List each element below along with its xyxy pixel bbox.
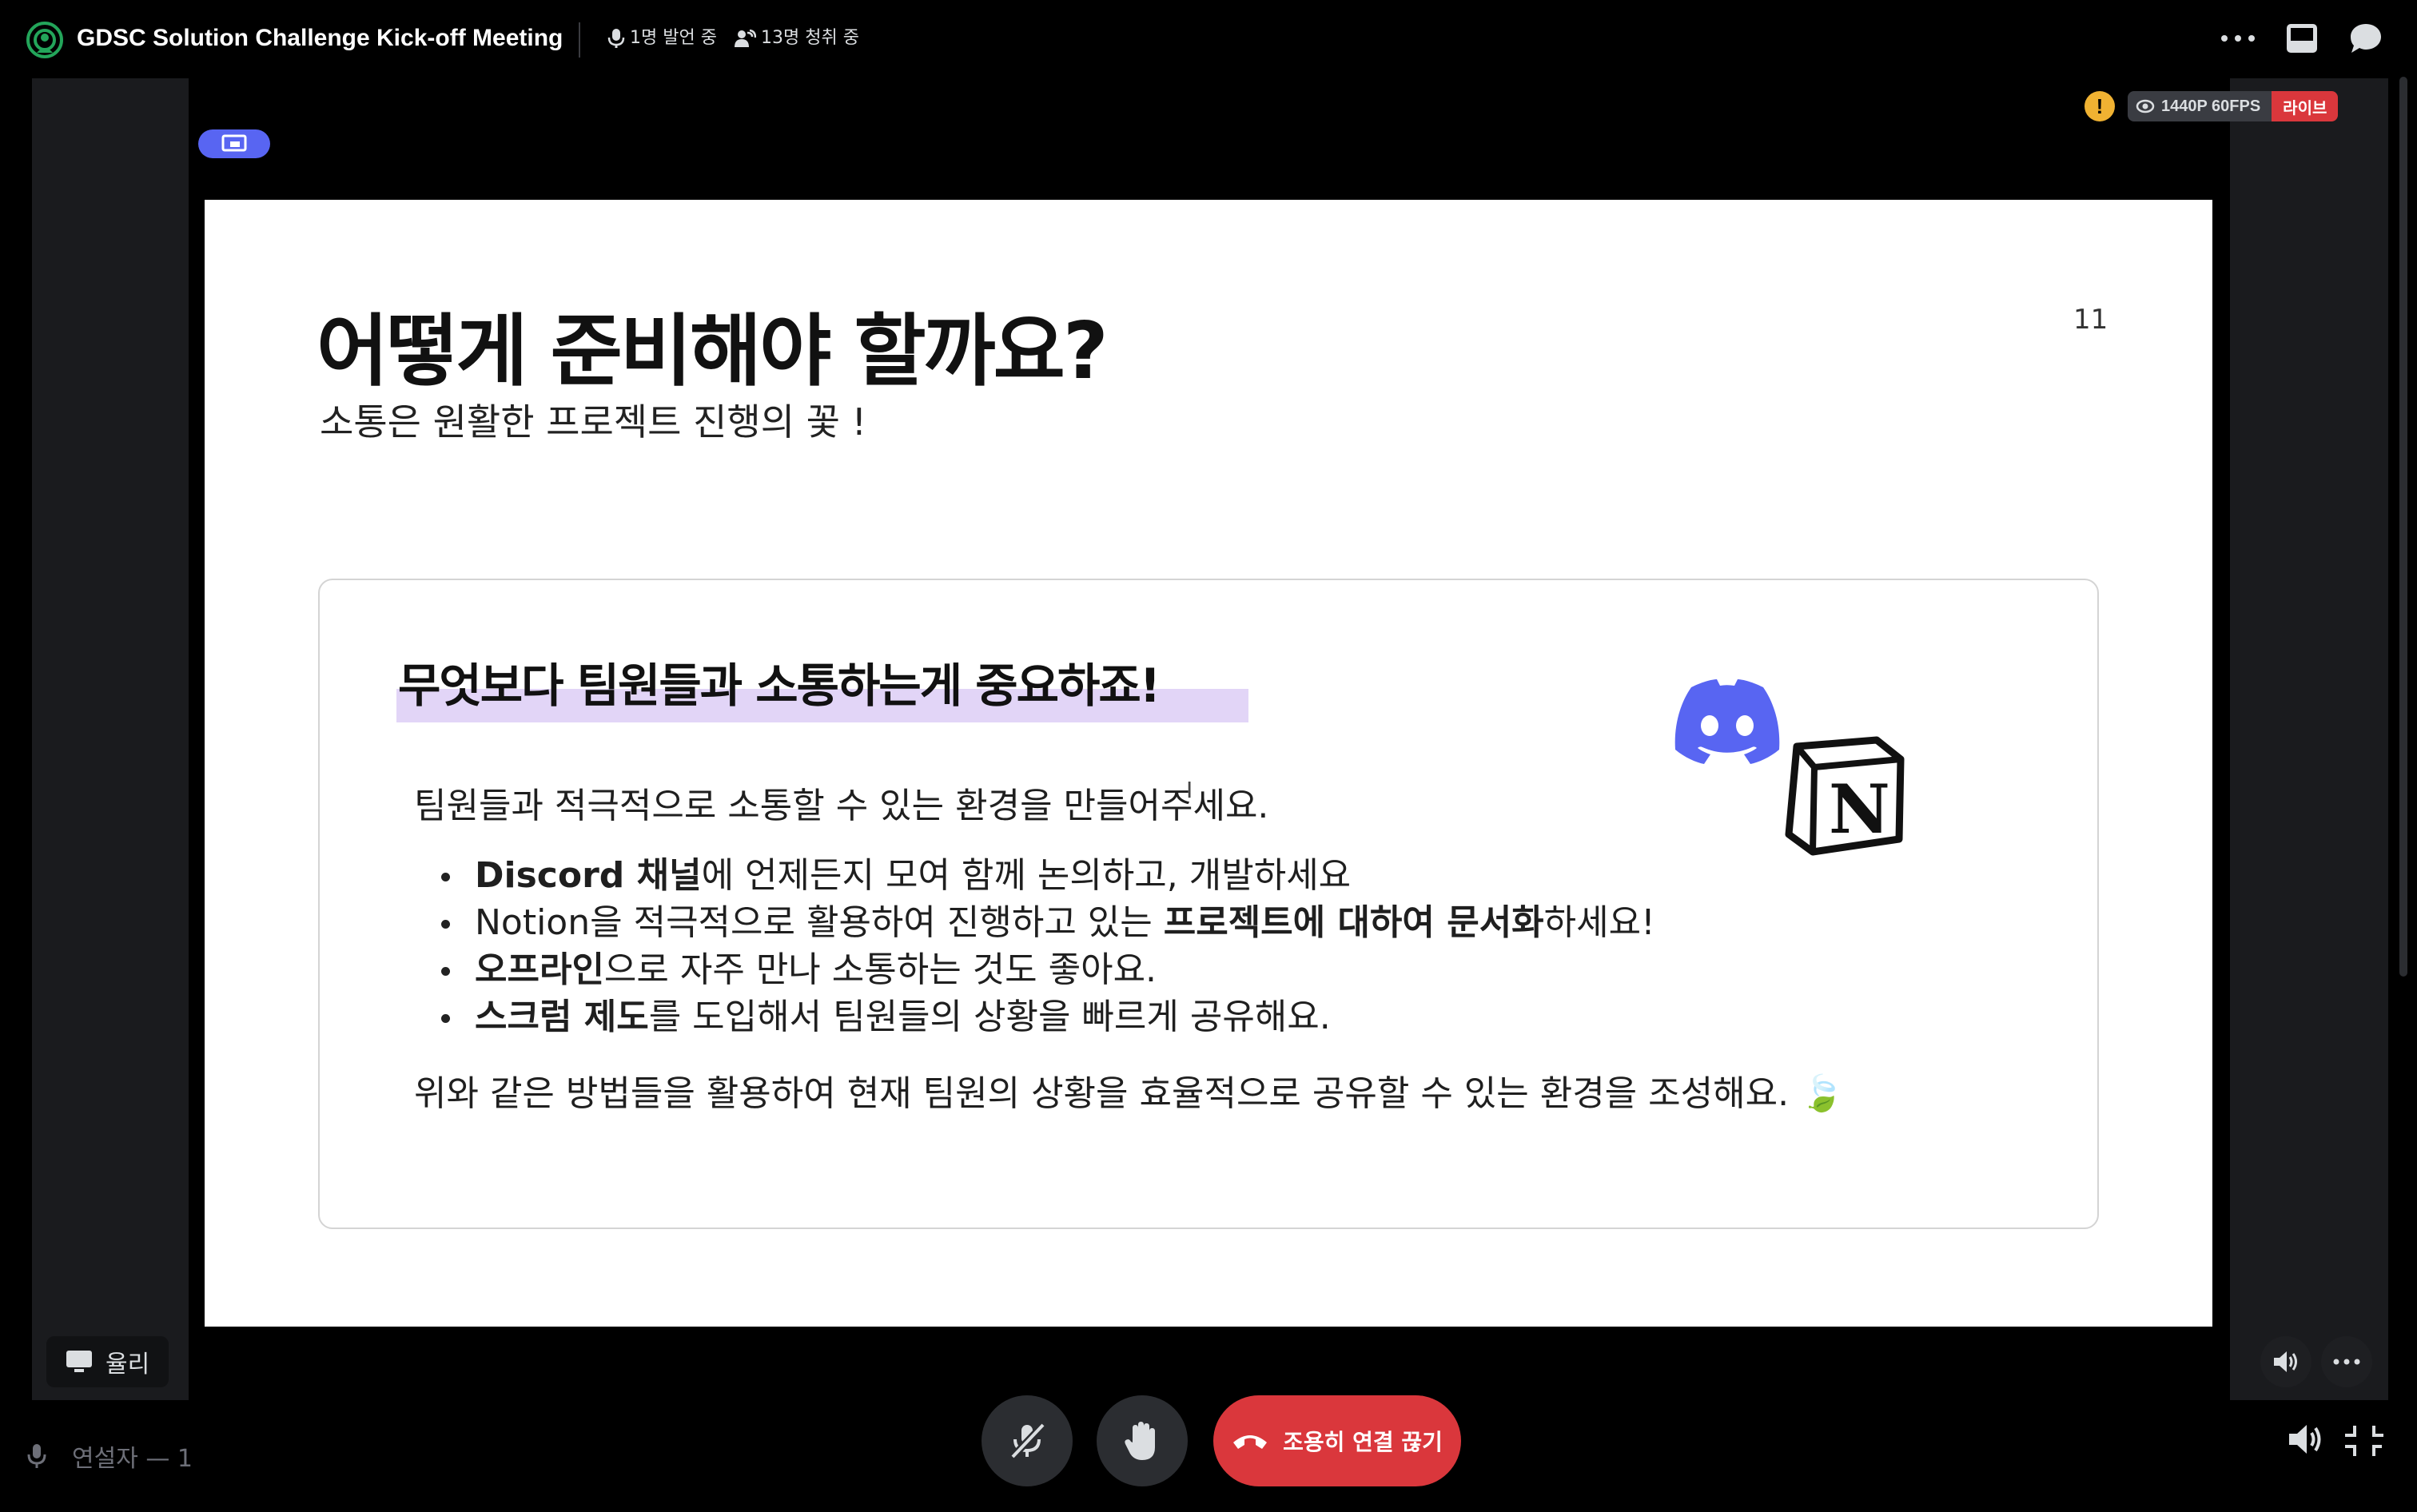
channel-title: GDSC Solution Challenge Kick-off Meeting (77, 25, 563, 51)
card-intro: 팀원들과 적극적으로 소통할 수 있는 환경을 만들어주세요. (414, 786, 1269, 826)
warning-icon[interactable]: ! (2085, 91, 2115, 121)
chat-icon (2351, 24, 2381, 53)
scrollbar[interactable] (2399, 77, 2407, 977)
volume-icon (2274, 1351, 2297, 1372)
raise-hand-button[interactable] (1097, 1395, 1188, 1486)
list-item: 오프라인으로 자주 만나 소통하는 것도 좋아요. (436, 946, 1655, 993)
speakers-section-label: 연설자 — 1 (27, 1438, 193, 1474)
listeners-icon (735, 29, 757, 47)
list-item: 스크럼 제도를 도입해서 팀원들의 상황을 빠르게 공유해요. (436, 993, 1655, 1040)
listening-count: 13명 청취 중 (734, 24, 859, 53)
microphone-icon (607, 29, 625, 48)
slide-title: 어떻게 준비해야 할까요? (317, 306, 1109, 397)
notion-logo-icon: N (1785, 736, 1905, 856)
screen-share-icon (221, 134, 247, 152)
svg-text:N: N (1829, 770, 1890, 849)
shared-screen-slide: 어떻게 준비해야 할까요? 소통은 원활한 프로젝트 진행의 꽃 ! 11 무엇… (205, 200, 2212, 1327)
phone-hangup-icon (1233, 1435, 1268, 1449)
inbox-button[interactable] (2281, 18, 2323, 59)
list-item: Notion을 적극적으로 활용하여 진행하고 있는 프로젝트에 대하여 문서화… (436, 899, 1655, 946)
exit-fullscreen-button[interactable] (2342, 1422, 2383, 1462)
bullet-list: Discord 채널에 언제든지 모여 함께 논의하고, 개발하세요 Notio… (436, 852, 1655, 1040)
stream-volume-button[interactable] (2260, 1336, 2311, 1387)
list-item: Discord 채널에 언제든지 모여 함께 논의하고, 개발하세요 (436, 852, 1655, 899)
volume-button[interactable] (2288, 1422, 2324, 1459)
content-card: 무엇보다 팀원들과 소통하는게 중요하죠! N 팀원들과 적극적으로 소통할 수… (318, 579, 2099, 1229)
stream-more-button[interactable] (2321, 1336, 2372, 1387)
slide-subtitle: 소통은 원활한 프로젝트 진행의 꽃 ! (320, 400, 867, 444)
participant-tile-left[interactable] (32, 78, 189, 1400)
text-cursor-icon: I (1186, 777, 1193, 803)
volume-icon (2289, 1425, 2321, 1454)
collapse-icon (2345, 1426, 2383, 1456)
more-icon (2333, 1359, 2360, 1365)
inbox-icon (2287, 24, 2317, 53)
discord-logo-icon (1674, 679, 1780, 764)
stream-quality-badge: 1440P 60FPS 라이브 (2128, 91, 2339, 121)
stage-icon (26, 21, 64, 59)
top-bar: GDSC Solution Challenge Kick-off Meeting… (0, 0, 2417, 77)
title-divider (579, 22, 580, 58)
chat-button[interactable] (2345, 18, 2387, 59)
live-badge: 라이브 (2272, 91, 2339, 121)
eye-icon (2136, 99, 2155, 113)
mic-muted-icon (1009, 1422, 1046, 1460)
card-heading: 무엇보다 팀원들과 소통하는게 중요하죠! (398, 659, 1161, 713)
leave-quietly-button[interactable]: 조용히 연결 끊기 (1213, 1395, 1461, 1486)
screen-share-indicator[interactable] (198, 129, 270, 158)
participant-tile-right[interactable] (2230, 78, 2388, 1400)
streamer-name-tag: 율리 (46, 1336, 169, 1387)
monitor-icon (66, 1351, 92, 1372)
card-outro: 위와 같은 방법들을 활용하여 현재 팀원의 상황을 효율적으로 공유할 수 있… (414, 1073, 1844, 1114)
speaking-count: 1명 발언 중 (607, 24, 717, 53)
slide-page-number: 11 (2073, 304, 2108, 336)
raise-hand-icon (1125, 1422, 1155, 1460)
more-options-button[interactable] (2217, 18, 2259, 59)
microphone-icon (27, 1444, 46, 1468)
mic-muted-button[interactable] (982, 1395, 1073, 1486)
more-icon (2221, 35, 2255, 42)
